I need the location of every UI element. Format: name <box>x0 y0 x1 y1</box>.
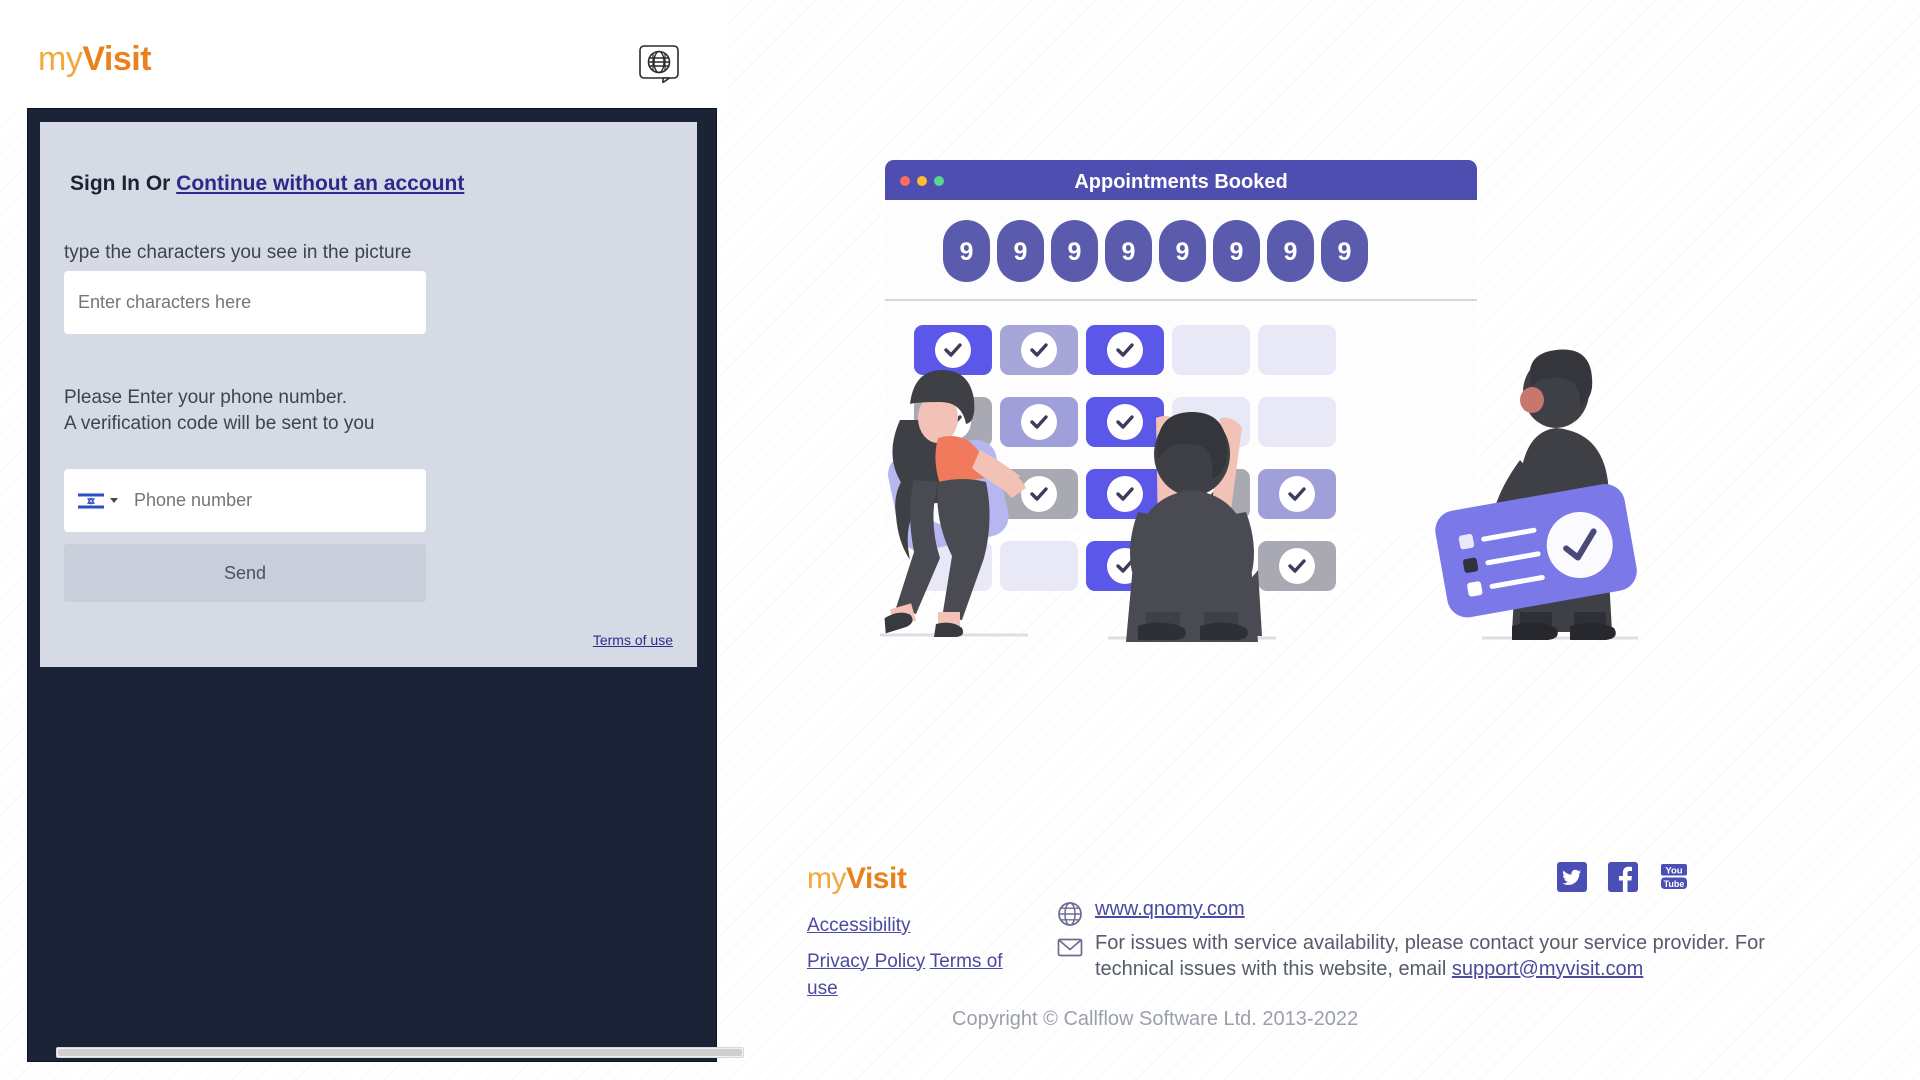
twitter-icon[interactable] <box>1557 862 1587 892</box>
captcha-input[interactable] <box>64 271 426 334</box>
svg-text:9: 9 <box>1122 238 1136 266</box>
copyright-text: Copyright © Callflow Software Ltd. 2013-… <box>952 1008 1359 1030</box>
phone-input-group <box>64 469 426 532</box>
svg-text:Appointments Booked: Appointments Booked <box>1074 171 1287 193</box>
youtube-icon[interactable]: You Tube <box>1659 862 1689 892</box>
horizontal-scrollbar[interactable] <box>56 1047 744 1058</box>
accessibility-row: Accessibility <box>807 912 1022 940</box>
left-column: myVisit Sign In Or Continue without an a… <box>0 0 744 1080</box>
footer-brand-visit: Visit <box>846 862 907 895</box>
login-panel: Sign In Or Continue without an account t… <box>27 108 744 1062</box>
privacy-policy-link[interactable]: Privacy Policy <box>807 951 925 972</box>
globe-icon <box>1057 901 1083 927</box>
svg-text:9: 9 <box>1014 238 1028 266</box>
brand-logo-my: my <box>38 40 83 78</box>
footer-contact-column: www.qnomy.com For issues with service av… <box>1057 898 1877 986</box>
svg-text:You: You <box>1665 866 1682 877</box>
appointments-illustration: Appointments Booked 9 9 9 9 9 9 9 9 <box>880 160 1690 780</box>
israel-flag-icon <box>78 491 104 510</box>
social-icons: You Tube <box>1557 862 1689 892</box>
support-text: For issues with service availability, pl… <box>1095 931 1765 982</box>
footer-links-column: Accessibility Privacy Policy Terms of us… <box>807 912 1022 1011</box>
svg-text:9: 9 <box>1338 238 1352 266</box>
login-card: Sign In Or Continue without an account t… <box>40 122 697 667</box>
website-row: www.qnomy.com <box>1057 898 1877 927</box>
support-line-1: For issues with service availability, pl… <box>1095 932 1765 954</box>
captcha-label: type the characters you see in the pictu… <box>64 242 412 263</box>
phone-number-input[interactable] <box>126 469 426 532</box>
continue-without-account-link[interactable]: Continue without an account <box>176 172 464 195</box>
svg-text:9: 9 <box>1230 238 1244 266</box>
footer-brand-logo: myVisit <box>807 862 907 896</box>
chevron-down-icon <box>110 498 118 503</box>
signin-heading: Sign In Or Continue without an account <box>70 172 464 196</box>
svg-text:9: 9 <box>960 238 974 266</box>
language-selector-button[interactable] <box>639 45 683 83</box>
country-code-selector[interactable] <box>64 469 126 532</box>
terms-of-use-link[interactable]: Terms of use <box>593 632 673 648</box>
scrollbar-thumb[interactable] <box>58 1049 742 1056</box>
svg-text:9: 9 <box>1068 238 1082 266</box>
support-row: For issues with service availability, pl… <box>1057 931 1877 982</box>
support-line-2-prefix: technical issues with this website, emai… <box>1095 957 1452 980</box>
svg-text:9: 9 <box>1176 238 1190 266</box>
header-bar: myVisit <box>0 0 727 108</box>
brand-logo-visit: Visit <box>82 40 152 78</box>
send-button[interactable]: Send <box>64 544 426 602</box>
facebook-icon[interactable] <box>1608 862 1638 892</box>
phone-instruction-label: Please Enter your phone number. A verifi… <box>64 387 375 434</box>
svg-text:Tube: Tube <box>1664 879 1685 889</box>
footer: myVisit Accessibility Privacy Policy Ter… <box>727 840 1920 1080</box>
footer-brand-my: my <box>807 862 847 895</box>
policy-terms-row: Privacy Policy Terms of use <box>807 948 1022 1003</box>
brand-logo: myVisit <box>38 40 152 79</box>
support-email-link[interactable]: support@myvisit.com <box>1452 958 1643 980</box>
accessibility-link[interactable]: Accessibility <box>807 915 910 936</box>
svg-text:9: 9 <box>1284 238 1298 266</box>
website-link[interactable]: www.qnomy.com <box>1095 898 1245 921</box>
envelope-icon <box>1057 934 1083 960</box>
signin-prefix-text: Sign In Or <box>70 172 177 195</box>
globe-speech-bubble-icon <box>639 45 683 83</box>
